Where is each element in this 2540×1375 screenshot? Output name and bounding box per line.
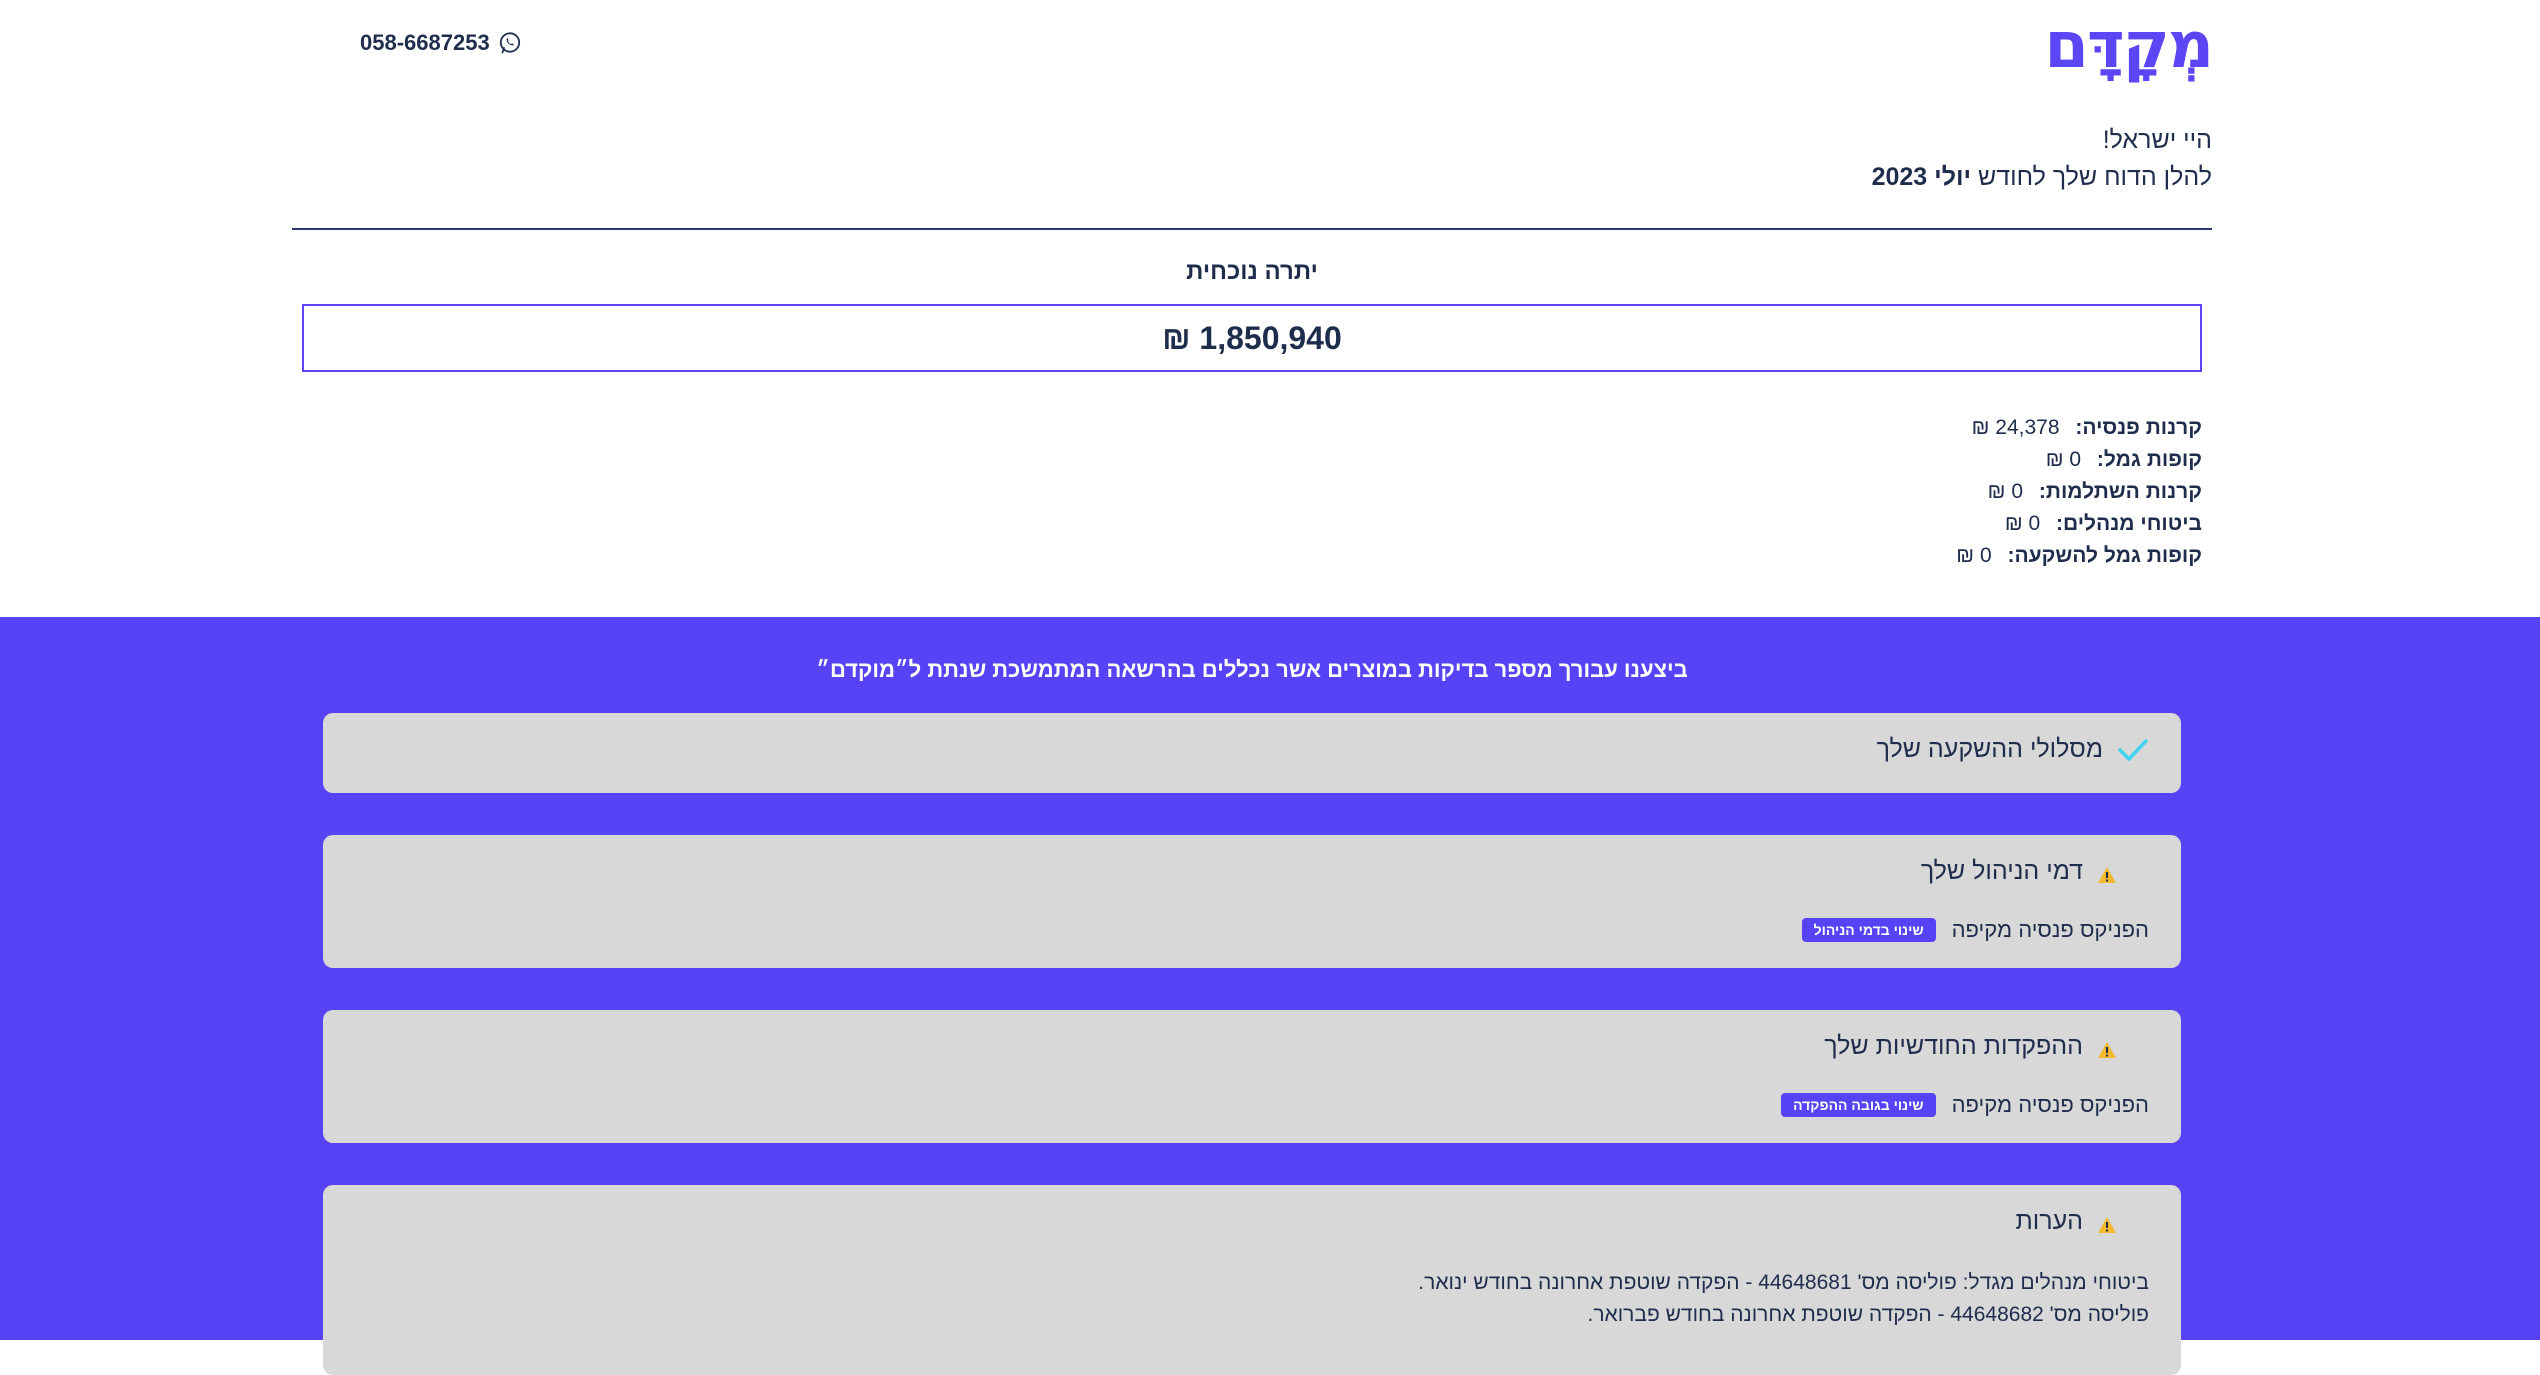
- fund-item-investment-provident: קופות גמל להשקעה: 0 ₪: [1956, 540, 2202, 572]
- report-month: יולי 2023: [1871, 163, 1972, 191]
- warning-icon: [2098, 866, 2116, 883]
- monthly-deposits-card: ההפקדות החודשיות שלך הפניקס פנסיה מקיפה …: [323, 1010, 2181, 1143]
- fund-item-managers: ביטוחי מנהלים: 0 ₪: [1956, 508, 2202, 540]
- checks-intro: ביצענו עבורך מספר בדיקות במוצרים אשר נכל…: [816, 657, 1688, 682]
- card-header: ההפקדות החודשיות שלך: [1824, 1032, 2117, 1061]
- card-title: הערות: [2015, 1207, 2083, 1235]
- management-fees-card: דמי הניהול שלך הפניקס פנסיה מקיפה שינוי …: [323, 835, 2181, 968]
- fund-value: 0 ₪: [2045, 448, 2082, 471]
- fund-breakdown-list: קרנות פנסיה: 24,378 ₪ קופות גמל: 0 ₪ קרנ…: [1956, 412, 2202, 572]
- card-header: הערות: [2015, 1207, 2117, 1236]
- fund-value: 0 ₪: [1987, 480, 2024, 503]
- change-deposit-button[interactable]: שינוי בגובה ההפקדה: [1781, 1093, 1936, 1117]
- change-fees-button[interactable]: שינוי בדמי הניהול: [1801, 918, 1936, 942]
- fund-label: קרנות פנסיה:: [2075, 416, 2202, 439]
- phone-number[interactable]: 058-6687253: [360, 30, 490, 56]
- report-prefix: להלן הדוח שלך לחודש: [1978, 163, 2212, 191]
- whatsapp-contact[interactable]: 058-6687253: [360, 30, 522, 56]
- fund-value: 0 ₪: [1956, 544, 1992, 567]
- balance-amount-box: 1,850,940 ₪: [302, 304, 2202, 372]
- checks-section: ביצענו עבורך מספר בדיקות במוצרים אשר נכל…: [0, 617, 2540, 1375]
- brand-logo[interactable]: מְקָדָּם: [2044, 6, 2214, 86]
- greeting-hello: היי ישראל!: [2102, 126, 2212, 154]
- fund-label: קרנות השתלמות:: [2038, 480, 2202, 503]
- fund-label: ביטוחי מנהלים:: [2056, 512, 2202, 535]
- notes-list: ביטוחי מנהלים מגדל: פוליסה מס' 44648681 …: [1418, 1267, 2149, 1331]
- check-icon: [2118, 738, 2148, 761]
- fund-label: קופות גמל:: [2096, 448, 2202, 471]
- whatsapp-icon: [499, 32, 520, 54]
- warning-icon: [2098, 1216, 2116, 1233]
- note-line: ביטוחי מנהלים מגדל: פוליסה מס' 44648681 …: [1418, 1271, 2149, 1294]
- notes-card: הערות ביטוחי מנהלים מגדל: פוליסה מס' 446…: [323, 1185, 2181, 1375]
- fund-value: 0 ₪: [2004, 512, 2041, 535]
- balance-amount: 1,850,940 ₪: [1162, 319, 1342, 356]
- fund-label: קופות גמל להשקעה:: [2007, 544, 2202, 567]
- fund-item-study: קרנות השתלמות: 0 ₪: [1956, 476, 2202, 508]
- investment-tracks-card[interactable]: מסלולי ההשקעה שלך: [323, 713, 2181, 793]
- card-title: ההפקדות החודשיות שלך: [1824, 1032, 2083, 1060]
- fund-row-phoenix: הפניקס פנסיה מקיפה שינוי בגובה ההפקדה: [1781, 1092, 2149, 1118]
- fund-value: 24,378 ₪: [1971, 416, 2060, 439]
- fund-name: הפניקס פנסיה מקיפה: [1951, 917, 2149, 942]
- warning-icon: [2098, 1041, 2116, 1058]
- greeting-block: היי ישראל! להלן הדוח שלך לחודש יולי 2023: [1872, 122, 2212, 196]
- fund-item-pension: קרנות פנסיה: 24,378 ₪: [1956, 412, 2202, 444]
- card-header: דמי הניהול שלך: [1921, 857, 2117, 886]
- balance-title: יתרה נוכחית: [1186, 258, 1318, 285]
- report-line: להלן הדוח שלך לחודש יולי 2023: [1872, 159, 2212, 196]
- card-title: מסלולי ההשקעה שלך: [1876, 735, 2103, 763]
- fund-row-phoenix: הפניקס פנסיה מקיפה שינוי בדמי הניהול: [1801, 917, 2149, 943]
- card-title: דמי הניהול שלך: [1920, 857, 2083, 885]
- page-header: מְקָדָּם 058-6687253: [0, 0, 2540, 100]
- header-divider: [292, 228, 2212, 230]
- fund-name: הפניקס פנסיה מקיפה: [1951, 1092, 2149, 1117]
- fund-item-provident: קופות גמל: 0 ₪: [1956, 444, 2202, 476]
- note-line: פוליסה מס' 44648682 - הפקדה שוטפת אחרונה…: [1587, 1303, 2149, 1326]
- card-header: מסלולי ההשקעה שלך: [1877, 735, 2149, 764]
